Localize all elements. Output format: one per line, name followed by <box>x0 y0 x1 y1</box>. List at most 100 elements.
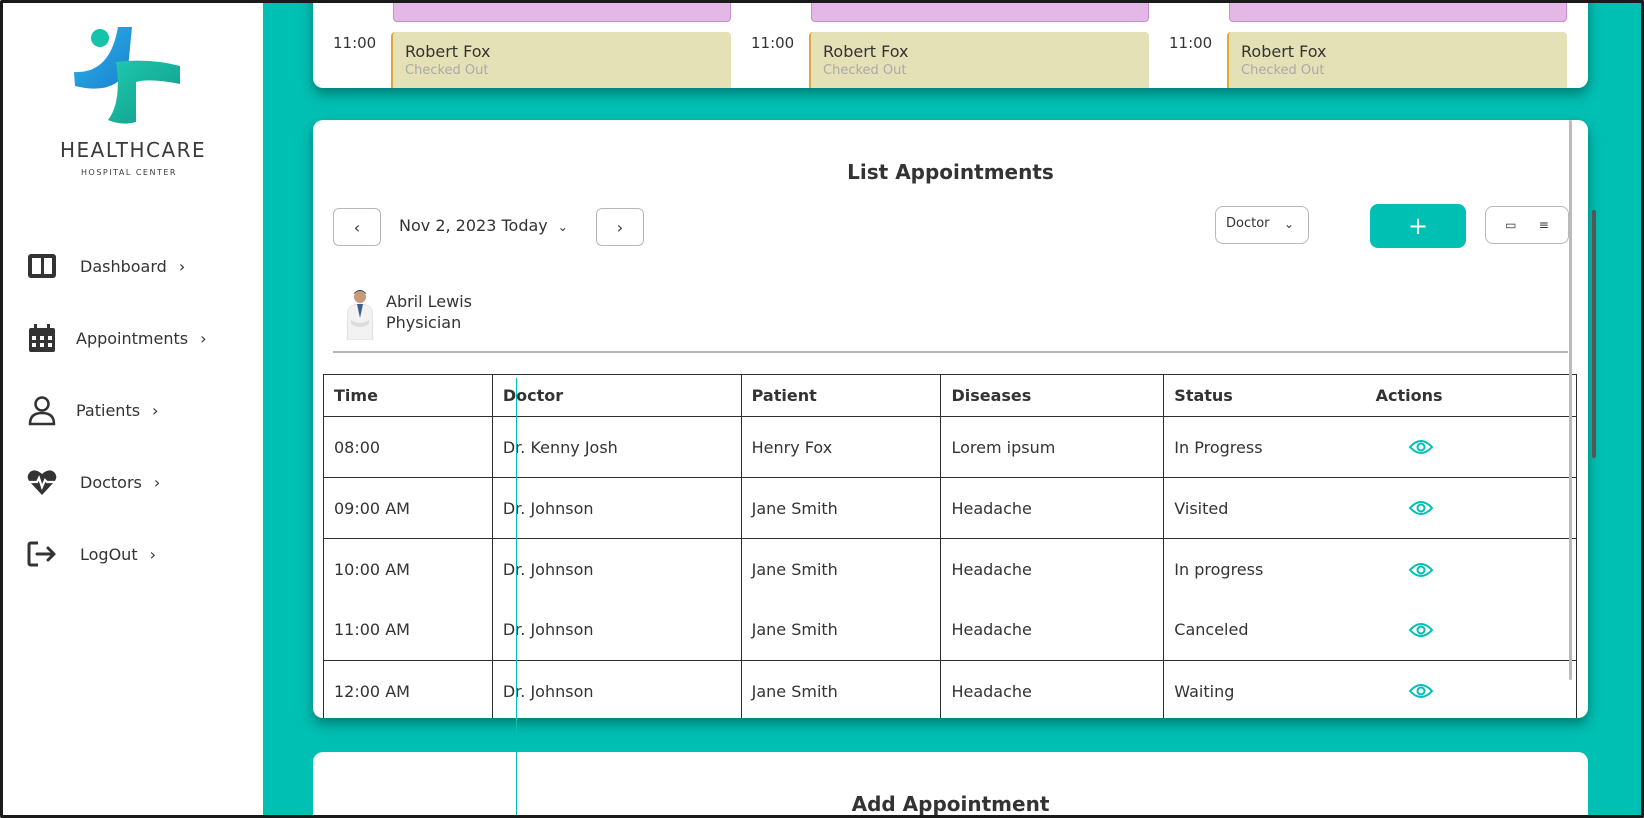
eye-icon[interactable] <box>1408 437 1434 457</box>
dashboard-icon <box>28 254 56 278</box>
cell-status: In progress <box>1163 538 1376 600</box>
schedule-column: 11:00 Robert Fox Checked Out <box>333 0 731 88</box>
sidebar-item-label: Patients <box>76 400 141 420</box>
cell-patient: Jane Smith <box>740 477 942 539</box>
schedule-block-previous[interactable] <box>1229 0 1567 22</box>
doctor-role: Physician <box>386 313 462 332</box>
cell-patient: Jane Smith <box>740 599 942 661</box>
schedule-time: 11:00 <box>751 34 795 52</box>
schedule-column: 11:00 Robert Fox Checked Out <box>751 0 1149 88</box>
calendar-view-icon[interactable]: ▭ <box>1505 218 1516 232</box>
chevron-right-icon: › <box>178 256 186 276</box>
cell-disease: Lorem ipsum <box>940 416 1165 478</box>
list-view-icon[interactable]: ≡ <box>1539 218 1549 232</box>
cell-time: 08:00 <box>323 416 493 478</box>
add-appointment-title: Add Appointment <box>851 792 1050 816</box>
list-appointments-card: List Appointments ‹ Nov 2, 2023 Today ⌄ ›… <box>313 120 1588 718</box>
schedule-status: Checked Out <box>405 63 489 78</box>
schedule-block[interactable]: Robert Fox Checked Out <box>809 32 1149 88</box>
cell-doctor: Dr. Johnson <box>491 599 742 661</box>
table-row: 11:00 AM Dr. Johnson Jane Smith Headache… <box>323 599 1577 661</box>
calendar-icon <box>29 324 55 352</box>
cell-patient: Jane Smith <box>740 660 942 718</box>
prev-date-button[interactable]: ‹ <box>333 208 381 246</box>
chevron-right-icon: › <box>149 544 156 564</box>
chevron-right-icon: › <box>153 472 161 492</box>
cell-time: 11:00 AM <box>323 599 493 661</box>
schedule-status: Checked Out <box>823 63 907 78</box>
schedule-patient-name: Robert Fox <box>1241 42 1327 61</box>
cell-actions <box>1375 477 1577 539</box>
eye-icon[interactable] <box>1408 560 1434 580</box>
main-content: 11:00 Robert Fox Checked Out 11:00 Rober… <box>293 0 1608 818</box>
schedule-patient-name: Robert Fox <box>823 42 909 61</box>
column-header-diseases: Diseases <box>940 374 1165 417</box>
schedule-card: 11:00 Robert Fox Checked Out 11:00 Rober… <box>313 0 1588 88</box>
inner-scrollbar-thumb[interactable] <box>1569 120 1572 680</box>
chevron-right-icon: › <box>152 400 159 420</box>
cell-time: 09:00 AM <box>323 477 493 539</box>
cell-patient: Jane Smith <box>740 538 942 600</box>
appointments-table: Time Doctor Patient Diseases Status Acti… <box>323 374 1577 718</box>
column-header-patient: Patient <box>740 374 942 417</box>
schedule-time: 11:00 <box>1169 34 1213 52</box>
sidebar-item-appointments[interactable]: Appointments › <box>26 318 207 358</box>
table-row: 09:00 AM Dr. Johnson Jane Smith Headache… <box>323 477 1577 539</box>
cell-doctor: Dr. Johnson <box>491 538 742 600</box>
sidebar-item-doctors[interactable]: Doctors › <box>26 462 160 502</box>
cell-status: Waiting <box>1163 660 1376 718</box>
cell-doctor: Dr. Kenny Josh <box>491 416 742 478</box>
user-icon <box>28 396 56 426</box>
table-row: 08:00 Dr. Kenny Josh Henry Fox Lorem ips… <box>323 416 1577 478</box>
cell-time: 12:00 AM <box>323 660 493 718</box>
schedule-block[interactable]: Robert Fox Checked Out <box>1227 32 1567 88</box>
doctor-name: Abril Lewis <box>386 292 472 311</box>
table-row: 10:00 AM Dr. Johnson Jane Smith Headache… <box>323 538 1577 600</box>
date-picker[interactable]: Nov 2, 2023 Today ⌄ <box>399 216 568 235</box>
cell-status: In Progress <box>1163 416 1376 478</box>
schedule-block-previous[interactable] <box>393 0 731 22</box>
sidebar-item-label: Appointments <box>76 328 189 348</box>
schedule-block[interactable]: Robert Fox Checked Out <box>391 32 731 88</box>
cell-disease: Headache <box>940 660 1165 718</box>
eye-icon[interactable] <box>1408 498 1434 518</box>
add-appointment-card: Add Appointment <box>313 752 1588 818</box>
sidebar-item-dashboard[interactable]: Dashboard › <box>26 246 185 286</box>
page-scrollbar[interactable] <box>1588 0 1602 818</box>
cell-disease: Headache <box>940 599 1165 661</box>
sidebar: HEALTHCARE HOSPITAL CENTER Dashboard › A… <box>0 0 263 818</box>
sidebar-item-patients[interactable]: Patients › <box>26 390 158 430</box>
schedule-block-previous[interactable] <box>811 0 1149 22</box>
cell-actions <box>1375 599 1577 661</box>
sidebar-item-label: Dashboard <box>80 256 167 276</box>
sidebar-item-logout[interactable]: LogOut › <box>26 534 156 574</box>
sidebar-item-label: LogOut <box>80 544 138 564</box>
eye-icon[interactable] <box>1408 620 1434 640</box>
chevron-right-icon: › <box>200 328 207 348</box>
inner-scrollbar[interactable] <box>1568 120 1574 680</box>
cell-actions <box>1375 538 1577 600</box>
cell-status: Visited <box>1163 477 1376 539</box>
cell-actions <box>1375 416 1577 478</box>
sidebar-item-label: Doctors <box>80 472 142 492</box>
column-header-status: Status <box>1163 374 1376 417</box>
date-label: Nov 2, 2023 Today <box>399 216 548 235</box>
eye-icon[interactable] <box>1408 681 1434 701</box>
schedule-status: Checked Out <box>1241 63 1325 78</box>
next-date-button[interactable]: › <box>596 208 644 246</box>
doctor-select[interactable]: Doctor ⌄ <box>1215 206 1309 244</box>
add-appointment-button[interactable]: + <box>1370 204 1466 248</box>
cell-doctor: Dr. Johnson <box>491 477 742 539</box>
cell-time: 10:00 AM <box>323 538 493 600</box>
cell-doctor: Dr. Johnson <box>491 660 742 718</box>
chevron-down-icon: ⌄ <box>557 220 568 234</box>
cell-actions <box>1375 660 1577 718</box>
view-toggle: ▭ ≡ <box>1485 206 1569 244</box>
cell-disease: Headache <box>940 477 1165 539</box>
column-header-actions: Actions <box>1375 374 1577 417</box>
cell-status: Canceled <box>1163 599 1376 661</box>
page-scrollbar-thumb[interactable] <box>1592 210 1596 458</box>
doctor-select-value: Doctor <box>1226 216 1270 231</box>
brand-subtitle: HOSPITAL CENTER <box>81 168 177 177</box>
chevron-down-icon: ⌄ <box>1283 217 1294 231</box>
